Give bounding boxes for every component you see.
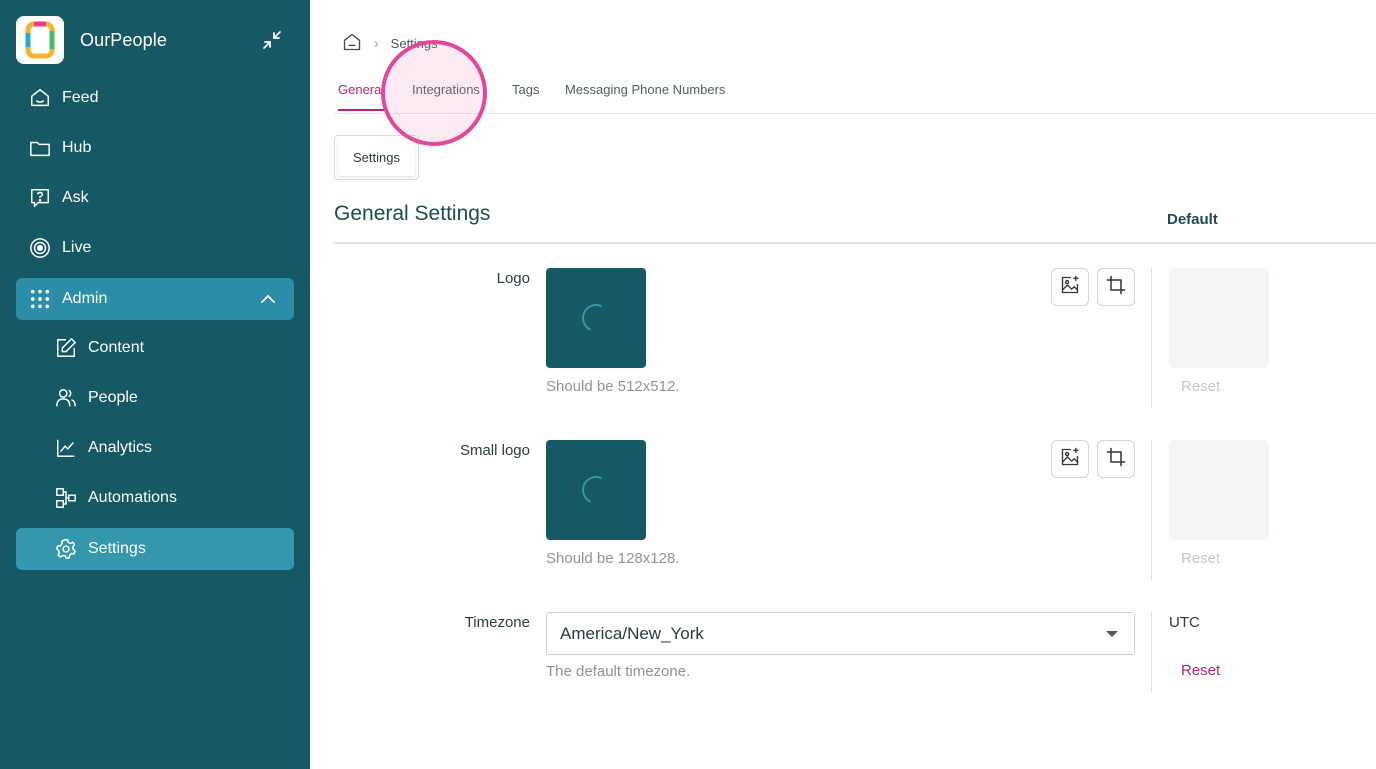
tab-bar: General Integrations Tags Messaging Phon… (334, 70, 1376, 114)
gear-icon (54, 537, 78, 561)
sidebar-item-feed[interactable]: Feed (16, 77, 294, 119)
logo-preview[interactable] (546, 268, 646, 368)
upload-image-button[interactable] (1051, 440, 1089, 478)
home-icon (28, 86, 52, 110)
breadcrumb-separator-icon: › (374, 35, 379, 51)
timezone-default-value: UTC (1169, 614, 1200, 631)
sidebar-item-label: Settings (88, 540, 146, 557)
tab-messaging-phone-numbers[interactable]: Messaging Phone Numbers (565, 82, 725, 109)
app-name: OurPeople (80, 29, 167, 50)
sidebar-item-label: Admin (62, 290, 108, 307)
sidebar-item-label: Hub (62, 139, 92, 156)
question-bubble-icon (28, 186, 52, 210)
timezone-reset-button[interactable]: Reset (1181, 662, 1220, 679)
logo-reset-button[interactable]: Reset (1181, 378, 1220, 395)
logo-hint: Should be 512x512. (546, 378, 680, 395)
section-title: General Settings (334, 202, 491, 225)
sidebar-item-content[interactable]: Content (16, 327, 294, 369)
sidebar-item-label: Feed (62, 89, 99, 106)
sidebar: OurPeople Feed Hub Ask Live Admin Conten… (0, 0, 310, 769)
sidebar-item-label: Ask (62, 189, 89, 206)
sidebar-item-label: People (88, 389, 138, 406)
chevron-up-icon[interactable] (258, 289, 278, 309)
small-logo-label: Small logo (459, 442, 530, 459)
timezone-hint: The default timezone. (546, 663, 691, 680)
crop-button[interactable] (1097, 268, 1135, 306)
image-add-icon (1060, 275, 1080, 300)
line-chart-icon (54, 436, 78, 460)
small-logo-preview[interactable] (546, 440, 646, 540)
column-divider (1151, 440, 1152, 580)
column-divider (1151, 612, 1152, 692)
crop-icon (1106, 275, 1126, 300)
loading-spinner-icon (578, 300, 614, 336)
sidebar-item-analytics[interactable]: Analytics (16, 427, 294, 469)
subtab-settings[interactable]: Settings (338, 139, 415, 176)
brand: OurPeople (16, 16, 294, 64)
breadcrumb: › Settings (342, 32, 438, 54)
timezone-label: Timezone (464, 614, 530, 631)
workflow-icon (54, 486, 78, 510)
sidebar-item-hub[interactable]: Hub (16, 127, 294, 169)
sidebar-item-people[interactable]: People (16, 377, 294, 419)
sidebar-item-automations[interactable]: Automations (16, 477, 294, 519)
upload-image-button[interactable] (1051, 268, 1089, 306)
logo-default-preview (1169, 268, 1269, 368)
sidebar-item-label: Automations (88, 489, 177, 506)
small-logo-default-preview (1169, 440, 1269, 540)
subtab-group: Settings (334, 135, 419, 180)
edit-icon (54, 336, 78, 360)
crop-button[interactable] (1097, 440, 1135, 478)
image-add-icon (1060, 447, 1080, 472)
tab-general[interactable]: General (338, 82, 385, 111)
sidebar-item-label: Live (62, 239, 92, 256)
logo-label: Logo (496, 270, 530, 287)
timezone-value: America/New_York (560, 623, 704, 643)
sidebar-item-ask[interactable]: Ask (16, 177, 294, 219)
app-logo-icon[interactable] (16, 16, 64, 64)
crop-icon (1106, 447, 1126, 472)
caret-down-icon (1106, 631, 1118, 637)
grid-dots-icon (28, 287, 52, 311)
folder-icon (28, 136, 52, 160)
default-column-header: Default (1167, 211, 1218, 228)
small-logo-hint: Should be 128x128. (546, 550, 680, 567)
sidebar-item-label: Analytics (88, 439, 153, 456)
tab-tags[interactable]: Tags (512, 82, 539, 109)
sidebar-item-live[interactable]: Live (16, 227, 294, 269)
timezone-select[interactable]: America/New_York (546, 612, 1135, 655)
loading-spinner-icon (578, 472, 614, 508)
breadcrumb-current: Settings (390, 35, 438, 51)
sidebar-item-admin[interactable]: Admin (16, 278, 294, 320)
collapse-sidebar-icon[interactable] (260, 28, 284, 52)
users-icon (54, 386, 78, 410)
sidebar-item-label: Content (88, 339, 145, 356)
small-logo-reset-button[interactable]: Reset (1181, 550, 1220, 567)
sidebar-item-settings[interactable]: Settings (16, 528, 294, 570)
column-divider (1151, 268, 1152, 408)
section-divider (334, 242, 1376, 244)
broadcast-icon (28, 236, 52, 260)
home-icon[interactable] (342, 32, 362, 55)
main-content: › Settings General Integrations Tags Mes… (310, 0, 1376, 769)
tab-integrations[interactable]: Integrations (412, 82, 480, 109)
